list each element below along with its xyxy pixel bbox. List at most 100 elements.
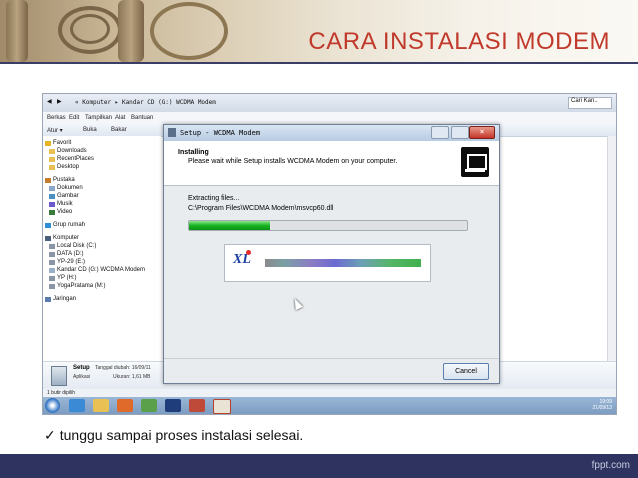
dialog-footer: Cancel: [164, 358, 499, 383]
computer-setup-icon: [461, 147, 489, 177]
installing-heading: Installing: [178, 149, 209, 156]
firefox-taskbar-icon[interactable]: [117, 399, 133, 412]
sidebar-item[interactable]: Jaringan: [45, 296, 77, 302]
extracting-status: Extracting files...: [188, 195, 240, 202]
sidebar-item[interactable]: Local Disk (C:): [49, 243, 96, 249]
rope-coil: [150, 2, 228, 60]
sidebar-item[interactable]: Favorit: [45, 140, 72, 146]
sidebar-item-label: Gambar: [57, 193, 79, 199]
setup-dialog: Setup - WCDMA Modem × Installing Please …: [163, 124, 500, 384]
title-rule: [0, 62, 638, 64]
dialog-titlebar[interactable]: Setup - WCDMA Modem ×: [164, 125, 499, 141]
checkmark-icon: ✓: [44, 427, 56, 443]
organize-button[interactable]: Atur ▾: [47, 127, 63, 134]
sidebar-item[interactable]: YogaPratama (M:): [49, 283, 105, 289]
star-icon: [45, 141, 51, 146]
slide-caption: ✓ tunggu sampai proses instalasi selesai.: [44, 427, 303, 444]
installing-subheading: Please wait while Setup installs WCDMA M…: [188, 158, 398, 165]
sidebar-item[interactable]: Downloads: [49, 148, 87, 154]
menu-item[interactable]: Berkas: [47, 115, 66, 121]
menu-item[interactable]: Alat: [115, 115, 125, 121]
dock-post: [6, 0, 28, 62]
setup-file-icon: [51, 366, 67, 386]
address-path[interactable]: « Komputer ▸ Kandar CD (G:) WCDMA Modem: [75, 99, 216, 106]
sidebar-item[interactable]: DATA (D:): [49, 251, 83, 257]
navigation-pane: Favorit Downloads RecentPlaces Desktop Pusta…: [43, 136, 161, 361]
dialog-header: Installing Please wait while Setup insta…: [164, 141, 499, 186]
sidebar-item-label: YP-29 (E:): [57, 259, 86, 265]
document-icon: [49, 186, 55, 191]
sidebar-item-label: Kandar CD (G:) WCDMA Modem: [57, 267, 146, 273]
search-input[interactable]: Cari Kan..: [568, 97, 612, 109]
taskbar: 19:09 21/09/13: [43, 397, 616, 414]
library-icon: [45, 178, 51, 183]
drive-icon: [49, 284, 55, 289]
sidebar-item-label: Video: [57, 209, 73, 215]
sidebar-item-label: RecentPlaces: [57, 156, 95, 162]
sidebar-item-label: Grup rumah: [53, 222, 86, 228]
app-taskbar-icon[interactable]: [141, 399, 157, 412]
sidebar-item[interactable]: Gambar: [49, 193, 79, 199]
status-bar: 1 butir dipilih: [43, 389, 616, 397]
system-tray-clock[interactable]: 19:09 21/09/13: [593, 399, 612, 411]
back-icon[interactable]: ◀: [47, 98, 52, 105]
sidebar-item[interactable]: Dokumen: [49, 185, 83, 191]
network-icon: [45, 297, 51, 302]
sidebar-item-label: Favorit: [53, 140, 72, 146]
forward-icon[interactable]: ▶: [57, 98, 62, 105]
sidebar-item-label: Jaringan: [53, 296, 77, 302]
sidebar-item[interactable]: RecentPlaces: [49, 156, 95, 162]
watermark: fppt.com: [591, 460, 630, 471]
sidebar-item-label: YP (H:): [57, 275, 77, 281]
footer-bar: fppt.com: [0, 454, 638, 478]
start-button[interactable]: [45, 398, 60, 413]
photoshop-taskbar-icon[interactable]: [165, 399, 181, 412]
minimize-button[interactable]: [431, 126, 449, 139]
progress-bar: [188, 220, 468, 231]
sidebar-item-label: Musik: [57, 201, 73, 207]
ie-taskbar-icon[interactable]: [69, 399, 85, 412]
explorer-window: ◀ ▶ « Komputer ▸ Kandar CD (G:) WCDMA Mo…: [42, 93, 617, 415]
open-button[interactable]: Buka: [83, 127, 97, 133]
menu-item[interactable]: Edit: [69, 115, 79, 121]
dock-post: [118, 0, 144, 62]
file-date: Tanggal diubah: 16/09/11: [95, 365, 151, 371]
sidebar-item[interactable]: Video: [49, 209, 73, 215]
cd-icon: [49, 268, 55, 273]
rope-coil: [70, 14, 110, 44]
menu-item[interactable]: Tampilkan: [85, 115, 112, 121]
file-path: C:\Program Files\WCDMA Modem\msvcp60.dll: [188, 205, 334, 212]
file-name: Setup: [73, 365, 90, 371]
folder-icon: [49, 165, 55, 170]
drive-icon: [49, 260, 55, 265]
computer-icon: [45, 236, 51, 241]
close-button[interactable]: ×: [469, 126, 495, 139]
sidebar-item[interactable]: Desktop: [49, 164, 79, 170]
file-type: Aplikasi: [73, 374, 91, 380]
sidebar-item[interactable]: YP-29 (E:): [49, 259, 86, 265]
sidebar-item[interactable]: Kandar CD (G:) WCDMA Modem: [49, 267, 146, 273]
vertical-scrollbar[interactable]: [607, 136, 616, 361]
cancel-button[interactable]: Cancel: [443, 363, 489, 380]
setup-app-icon: [168, 128, 176, 137]
sidebar-item[interactable]: Pustaka: [45, 177, 75, 183]
drive-icon: [49, 244, 55, 249]
caption-text: tunggu sampai proses instalasi selesai.: [59, 427, 304, 443]
drive-icon: [49, 252, 55, 257]
menu-item[interactable]: Bantuan: [131, 115, 153, 121]
xl-logo-dot: [246, 250, 251, 255]
sidebar-item-label: Komputer: [53, 235, 80, 241]
maximize-button[interactable]: [451, 126, 469, 139]
setup-taskbar-icon[interactable]: [213, 399, 231, 414]
sidebar-item[interactable]: Musik: [49, 201, 73, 207]
folder-icon: [49, 157, 55, 162]
folder-icon: [49, 149, 55, 154]
explorer-taskbar-icon[interactable]: [93, 399, 109, 412]
sidebar-item[interactable]: YP (H:): [49, 275, 77, 281]
burn-button[interactable]: Bakar: [111, 127, 127, 133]
drive-icon: [49, 276, 55, 281]
sidebar-item[interactable]: Komputer: [45, 235, 80, 241]
app-taskbar-icon[interactable]: [189, 399, 205, 412]
animation-band: [265, 259, 421, 267]
sidebar-item[interactable]: Grup rumah: [45, 222, 86, 228]
